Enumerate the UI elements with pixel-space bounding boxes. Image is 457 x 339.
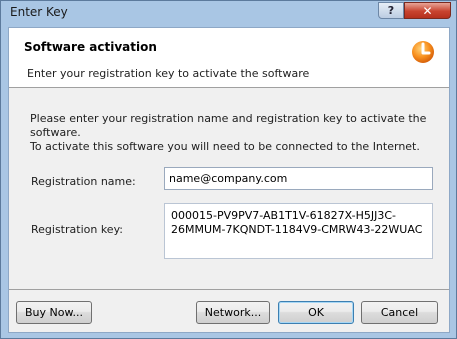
registration-name-input[interactable] [164,167,433,190]
registration-name-label: Registration name: [31,175,136,188]
dialog-window: Enter Key ? ✕ Software activation Enter … [0,0,457,339]
footer-divider [9,289,449,290]
header-subtitle: Enter your registration key to activate … [27,67,310,80]
help-button[interactable]: ? [378,2,404,19]
buy-now-button[interactable]: Buy Now... [16,301,92,324]
registration-key-label: Registration key: [31,223,123,236]
close-button[interactable]: ✕ [404,2,451,19]
dialog-header: Software activation Enter your registrat… [9,28,449,88]
registration-key-input[interactable]: 000015-PV9PV7-AB1T1V-61827X-H5JJ3C-26MMU… [164,203,433,259]
intro-line-1: Please enter your registration name and … [30,112,427,139]
orange-clock-logo-icon [412,41,434,63]
network-button[interactable]: Network... [196,301,270,324]
dialog-client-area: Software activation Enter your registrat… [8,27,450,333]
header-title: Software activation [24,40,157,54]
cancel-button[interactable]: Cancel [361,301,438,324]
intro-line-2: To activate this software you will need … [30,140,420,153]
dialog-body: Please enter your registration name and … [9,88,449,288]
ok-button[interactable]: OK [278,301,354,324]
intro-text: Please enter your registration name and … [30,112,449,154]
window-title: Enter Key [10,5,68,19]
